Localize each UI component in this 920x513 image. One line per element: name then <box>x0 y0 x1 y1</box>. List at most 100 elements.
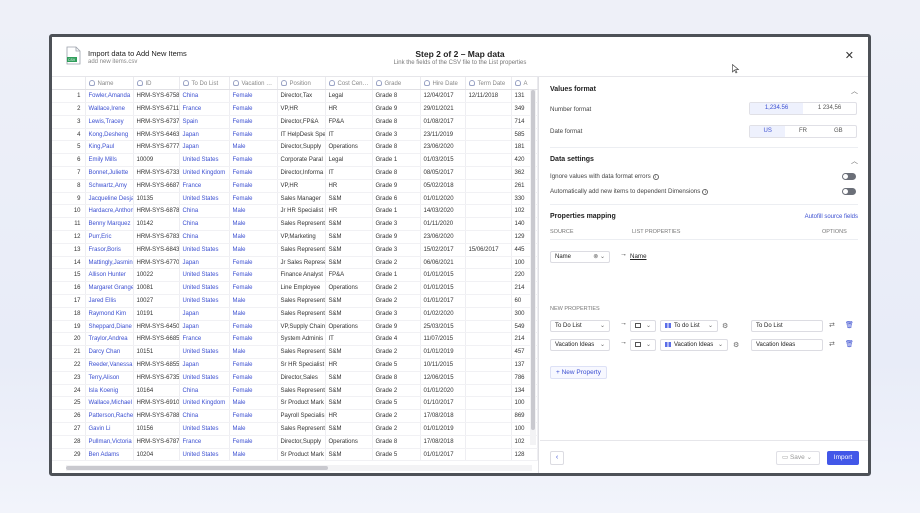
table-cell[interactable]: HRM-SYS-6463 <box>133 128 180 142</box>
table-cell[interactable]: 10009 <box>133 153 180 168</box>
table-cell[interactable]: Sales Represent <box>277 422 326 436</box>
table-cell[interactable]: Female <box>229 256 278 270</box>
table-cell[interactable]: HRM-SYS-6685 <box>133 332 180 347</box>
row-number[interactable]: 13 <box>52 243 86 257</box>
table-cell[interactable]: 06/06/2021 <box>420 256 466 270</box>
table-cell[interactable]: Grade 2 <box>372 422 421 436</box>
table-cell[interactable]: China <box>179 217 230 232</box>
info-icon[interactable]: i <box>702 189 709 195</box>
table-cell[interactable] <box>465 153 512 168</box>
table-cell[interactable]: Female <box>229 128 278 142</box>
table-cell[interactable]: 10142 <box>133 217 180 232</box>
table-cell[interactable] <box>465 217 512 232</box>
table-cell[interactable]: IT <box>325 166 373 180</box>
table-cell[interactable]: China <box>179 204 230 219</box>
table-cell[interactable]: Allison Hunter <box>85 268 134 283</box>
table-cell[interactable]: S&M <box>325 345 373 360</box>
vacation-type-select[interactable]: ⌄ <box>630 339 656 351</box>
table-cell[interactable]: 12/06/2015 <box>420 371 466 385</box>
table-cell[interactable]: 01/01/2020 <box>420 384 466 398</box>
table-cell[interactable] <box>465 179 512 193</box>
table-cell[interactable]: Male <box>229 448 278 462</box>
table-cell[interactable] <box>465 140 512 155</box>
info-icon[interactable]: i <box>652 174 659 180</box>
table-cell[interactable]: Grade 2 <box>372 384 421 398</box>
table-cell[interactable]: Director,Tax <box>277 89 326 104</box>
row-number[interactable]: 15 <box>52 268 86 283</box>
autofill-link[interactable]: Autofill source fields <box>805 214 858 220</box>
table-cell[interactable]: Grade 2 <box>372 294 421 308</box>
table-cell[interactable]: 25/03/2015 <box>420 320 466 334</box>
table-cell[interactable]: Director,FP&A <box>277 115 326 129</box>
table-cell[interactable]: 10164 <box>133 384 180 398</box>
table-cell[interactable]: Fowler,Amanda <box>85 89 134 104</box>
table-cell[interactable]: 01/10/2017 <box>420 396 466 411</box>
column-header[interactable]: Position <box>277 77 326 91</box>
table-cell[interactable]: France <box>179 435 230 449</box>
table-cell[interactable]: Grade 3 <box>372 307 421 321</box>
table-cell[interactable]: 10156 <box>133 422 180 436</box>
table-cell[interactable]: HRM-SYS-6910 <box>133 396 180 411</box>
table-cell[interactable]: Margaret Grange <box>85 281 134 296</box>
table-cell[interactable]: Female <box>229 358 278 372</box>
table-cell[interactable]: 12/04/2017 <box>420 89 466 104</box>
table-cell[interactable]: Benny Marquez <box>85 217 134 232</box>
table-cell[interactable] <box>465 396 512 411</box>
table-cell[interactable]: Grade 1 <box>372 153 421 168</box>
table-cell[interactable]: S&M <box>325 396 373 411</box>
table-cell[interactable]: 01/03/2015 <box>420 153 466 168</box>
table-cell[interactable]: Grade 4 <box>372 332 421 347</box>
scroll-thumb[interactable] <box>66 466 328 470</box>
table-cell[interactable]: China <box>179 409 230 424</box>
table-cell[interactable]: Female <box>229 384 278 398</box>
table-cell[interactable]: FP&A <box>325 115 373 129</box>
chevron-up-icon[interactable]: ︿ <box>851 86 858 96</box>
row-number[interactable]: 6 <box>52 153 86 168</box>
table-cell[interactable]: Male <box>229 140 278 155</box>
table-cell[interactable]: HR <box>325 204 373 219</box>
table-cell[interactable]: United States <box>179 153 230 168</box>
row-number[interactable]: 21 <box>52 345 86 360</box>
name-source-select[interactable]: Name ⊗ ⌄ <box>550 251 610 263</box>
table-cell[interactable]: 10191 <box>133 307 180 321</box>
table-cell[interactable]: 01/01/2020 <box>420 192 466 206</box>
save-button[interactable]: ▭ Save ⌄ <box>776 451 820 465</box>
table-cell[interactable]: HRM-SYS-6783 <box>133 230 180 244</box>
todo-name-input[interactable]: To Do List <box>751 320 823 332</box>
column-header[interactable]: A <box>511 77 538 91</box>
table-cell[interactable]: Female <box>229 153 278 168</box>
table-cell[interactable]: King,Paul <box>85 140 134 155</box>
table-cell[interactable]: Operations <box>325 435 373 449</box>
date-format-option[interactable]: US <box>750 126 786 137</box>
table-cell[interactable]: HRM-SYS-6733 <box>133 166 180 180</box>
table-cell[interactable]: United Kingdom <box>179 396 230 411</box>
table-cell[interactable]: 12/11/2018 <box>465 89 512 104</box>
table-cell[interactable]: Wallace,Michael <box>85 396 134 411</box>
row-number[interactable]: 16 <box>52 281 86 296</box>
table-cell[interactable]: France <box>179 179 230 193</box>
new-property-button[interactable]: + New Property <box>550 366 607 379</box>
table-cell[interactable]: Female <box>229 435 278 449</box>
table-cell[interactable]: System Adminis <box>277 332 326 347</box>
todo-list-select[interactable]: To do List ⌄ <box>660 320 718 332</box>
table-cell[interactable]: Frasor,Boris <box>85 243 134 257</box>
table-cell[interactable]: Female <box>229 102 278 116</box>
table-cell[interactable]: 15/02/2017 <box>420 243 466 257</box>
table-cell[interactable]: VP,HR <box>277 102 326 116</box>
table-cell[interactable]: HRM-SYS-6788 <box>133 409 180 424</box>
table-cell[interactable]: China <box>179 384 230 398</box>
table-cell[interactable]: Bonnet,Juliette <box>85 166 134 180</box>
table-cell[interactable]: Male <box>229 422 278 436</box>
table-cell[interactable]: Japan <box>179 128 230 142</box>
table-cell[interactable]: Female <box>229 320 278 334</box>
table-cell[interactable]: Grade 2 <box>372 281 421 296</box>
table-cell[interactable]: 01/08/2017 <box>420 115 466 129</box>
row-number[interactable]: 20 <box>52 332 86 347</box>
table-cell[interactable] <box>465 422 512 436</box>
table-cell[interactable]: HRM-SYS-6711 <box>133 102 180 116</box>
table-cell[interactable]: Grade 3 <box>372 217 421 232</box>
table-cell[interactable]: HRM-SYS-6855 <box>133 358 180 372</box>
table-cell[interactable]: Sales Represent <box>277 345 326 360</box>
table-cell[interactable]: Spain <box>179 115 230 129</box>
table-cell[interactable]: Payroll Specialis <box>277 409 326 424</box>
